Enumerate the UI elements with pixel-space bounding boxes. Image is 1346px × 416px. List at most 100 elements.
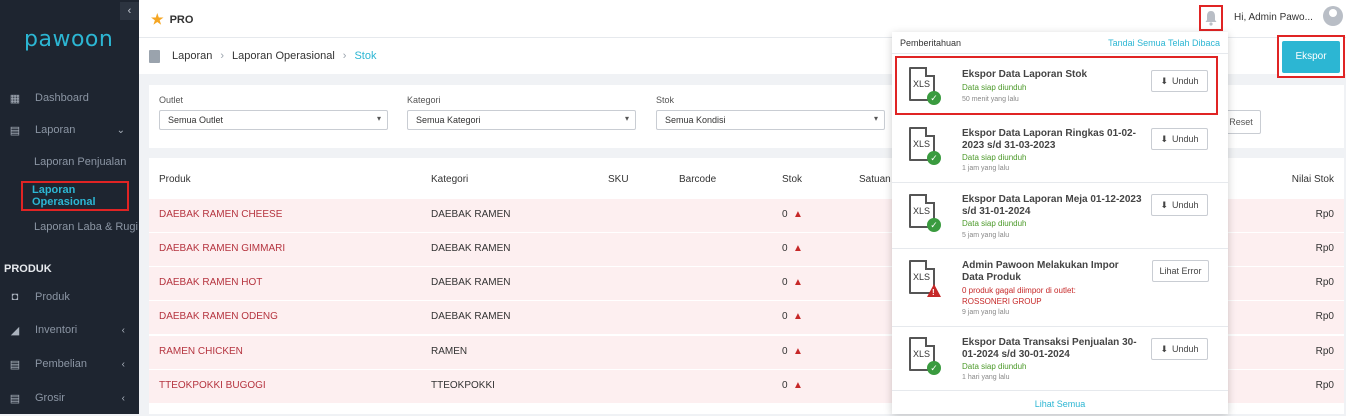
notification-item[interactable]: XLS ✓ Ekspor Data Laporan Stok Data siap… (895, 56, 1218, 115)
stock-amount: Rp0 (1315, 380, 1334, 391)
breadcrumb-item[interactable]: Laporan Operasional (232, 50, 335, 62)
notification-item-status: Data siap diunduh (962, 153, 1027, 162)
chevron-left-icon: ‹ (121, 324, 125, 336)
sidebar-item-inventori[interactable]: ◢ Inventori ‹ (0, 316, 139, 344)
stock-amount: Rp0 (1315, 277, 1334, 288)
product-name[interactable]: DAEBAK RAMEN ODENG (159, 311, 278, 322)
stock-value: 0 (782, 209, 788, 220)
warning-icon: ▲ (793, 311, 803, 322)
document-icon (149, 49, 160, 63)
sidebar-item-grosir[interactable]: ▤ Grosir ‹ (0, 384, 139, 412)
column-header[interactable]: SKU (608, 174, 629, 185)
sidebar-item-laporan[interactable]: ▤ Laporan ⌄ (0, 116, 139, 144)
notification-header: Pemberitahuan Tandai Semua Telah Dibaca (892, 32, 1228, 54)
download-button[interactable]: ⬇ Unduh (1151, 128, 1208, 150)
plan-label: PRO (169, 13, 194, 26)
notification-bell-button[interactable] (1199, 5, 1223, 31)
sidebar-item-label: Grosir (35, 392, 65, 404)
user-greeting[interactable]: Hi, Admin Pawo... (1234, 12, 1313, 23)
breadcrumb-current: Stok (354, 50, 377, 62)
warning-icon: ▲ (793, 346, 803, 357)
warning-icon: ▲ (793, 243, 803, 254)
column-header[interactable]: Kategori (431, 174, 468, 185)
category: DAEBAK RAMEN (431, 209, 511, 220)
column-header[interactable]: Satuan (859, 174, 891, 185)
sidebar-item-label: Laporan (35, 124, 76, 136)
notification-item-title: Ekspor Data Laporan Meja 01-12-2023 s/d … (962, 194, 1142, 217)
notification-title: Pemberitahuan (900, 38, 962, 48)
stock-value: 0 (782, 346, 788, 357)
notification-item[interactable]: XLS ✓ Ekspor Data Laporan Ringkas 01-02-… (892, 117, 1228, 183)
sidebar-item-label: Dashboard (35, 92, 89, 104)
logo: pawoon (24, 27, 114, 52)
download-button[interactable]: ⬇ Unduh (1151, 194, 1208, 216)
download-button[interactable]: ⬇ Unduh (1151, 70, 1208, 92)
column-header[interactable]: Stok (782, 174, 802, 185)
download-icon: ⬇ (1160, 133, 1168, 144)
avatar[interactable] (1323, 6, 1343, 26)
plan-badge: ★ PRO (151, 11, 193, 28)
check-circle-icon: ✓ (927, 361, 941, 375)
sidebar-item-dashboard[interactable]: ▦ Dashboard (0, 84, 139, 112)
notification-item-time: 1 hari yang lalu (962, 374, 1010, 381)
column-header[interactable]: Produk (159, 174, 191, 185)
stock-amount: Rp0 (1315, 311, 1334, 322)
warning-icon: ▲ (793, 209, 803, 220)
column-header[interactable]: Nilai Stok (1292, 174, 1334, 185)
section-title-produk: PRODUK (4, 263, 52, 275)
bag-icon: ◘ (11, 291, 19, 303)
view-error-button[interactable]: Lihat Error (1152, 260, 1209, 282)
notification-item-title: Ekspor Data Transaksi Penjualan 30-01-20… (962, 337, 1137, 360)
sidebar-item-produk[interactable]: ◘ Produk (0, 283, 139, 311)
kategori-select[interactable]: Semua Kategori (407, 110, 636, 130)
chevron-down-icon: ⌄ (116, 124, 125, 136)
see-all-link[interactable]: Lihat Semua (892, 392, 1228, 414)
notification-item[interactable]: XLS ✓ Ekspor Data Transaksi Penjualan 30… (892, 327, 1228, 391)
notification-item-title: Ekspor Data Laporan Ringkas 01-02-2023 s… (962, 128, 1136, 151)
product-name[interactable]: RAMEN CHICKEN (159, 346, 243, 357)
filter-label: Kategori (407, 95, 441, 105)
notification-item[interactable]: XLS ! Admin Pawoon Melakukan Impor Data … (892, 249, 1228, 327)
download-icon: ⬇ (1160, 199, 1168, 210)
product-name[interactable]: DAEBAK RAMEN HOT (159, 277, 262, 288)
notification-item[interactable]: XLS ✓ Ekspor Data Laporan Meja 01-12-202… (892, 183, 1228, 249)
category: RAMEN (431, 346, 468, 357)
download-button[interactable]: ⬇ Unduh (1151, 338, 1208, 360)
stok-select[interactable]: Semua Kondisi (656, 110, 885, 130)
notification-item-status: Data siap diunduh (962, 362, 1027, 371)
product-name[interactable]: TTEOKPOKKI BUGOGI (159, 380, 266, 391)
sidebar-item-laporan-laba-rugi[interactable]: Laporan Laba & Rugi (0, 214, 139, 240)
bell-icon (1205, 11, 1217, 26)
mark-all-read-link[interactable]: Tandai Semua Telah Dibaca (1108, 38, 1220, 48)
sidebar-item-label: Produk (35, 291, 70, 303)
sidebar-item-laporan-operasional[interactable]: Laporan Operasional (21, 181, 129, 211)
xls-file-icon: XLS ✓ (909, 337, 941, 375)
export-button[interactable]: Ekspor (1282, 40, 1340, 73)
sidebar: ‹ pawoon ▦ Dashboard ▤ Laporan ⌄ Laporan… (0, 0, 139, 414)
warning-icon: ▲ (793, 277, 803, 288)
stock-value: 0 (782, 243, 788, 254)
category: DAEBAK RAMEN (431, 277, 511, 288)
sidebar-collapse-button[interactable]: ‹ (120, 2, 139, 20)
stock-amount: Rp0 (1315, 209, 1334, 220)
xls-file-icon: XLS ✓ (909, 194, 941, 232)
notification-item-time: 50 menit yang lalu (962, 96, 1019, 103)
report-icon: ▤ (9, 124, 21, 137)
product-name[interactable]: DAEBAK RAMEN CHEESE (159, 209, 282, 220)
outlet-select[interactable]: Semua Outlet (159, 110, 388, 130)
filter-outlet: Outlet Semua Outlet (159, 95, 388, 130)
wholesale-icon: ▤ (9, 392, 21, 405)
check-circle-icon: ✓ (927, 91, 941, 105)
star-icon: ★ (151, 11, 164, 27)
notification-item-title: Admin Pawoon Melakukan Impor Data Produk (962, 260, 1119, 283)
xls-file-icon: XLS ! (909, 260, 941, 298)
sidebar-item-laporan-penjualan[interactable]: Laporan Penjualan (0, 149, 139, 175)
chevron-left-icon: ‹ (121, 392, 125, 404)
filter-label: Stok (656, 95, 675, 105)
column-header[interactable]: Barcode (679, 174, 716, 185)
notification-panel: Pemberitahuan Tandai Semua Telah Dibaca … (892, 32, 1228, 414)
notification-item-title: Ekspor Data Laporan Stok (962, 69, 1088, 80)
sidebar-item-pembelian[interactable]: ▤ Pembelian ‹ (0, 350, 139, 378)
product-name[interactable]: DAEBAK RAMEN GIMMARI (159, 243, 285, 254)
breadcrumb-item[interactable]: Laporan (172, 50, 212, 62)
